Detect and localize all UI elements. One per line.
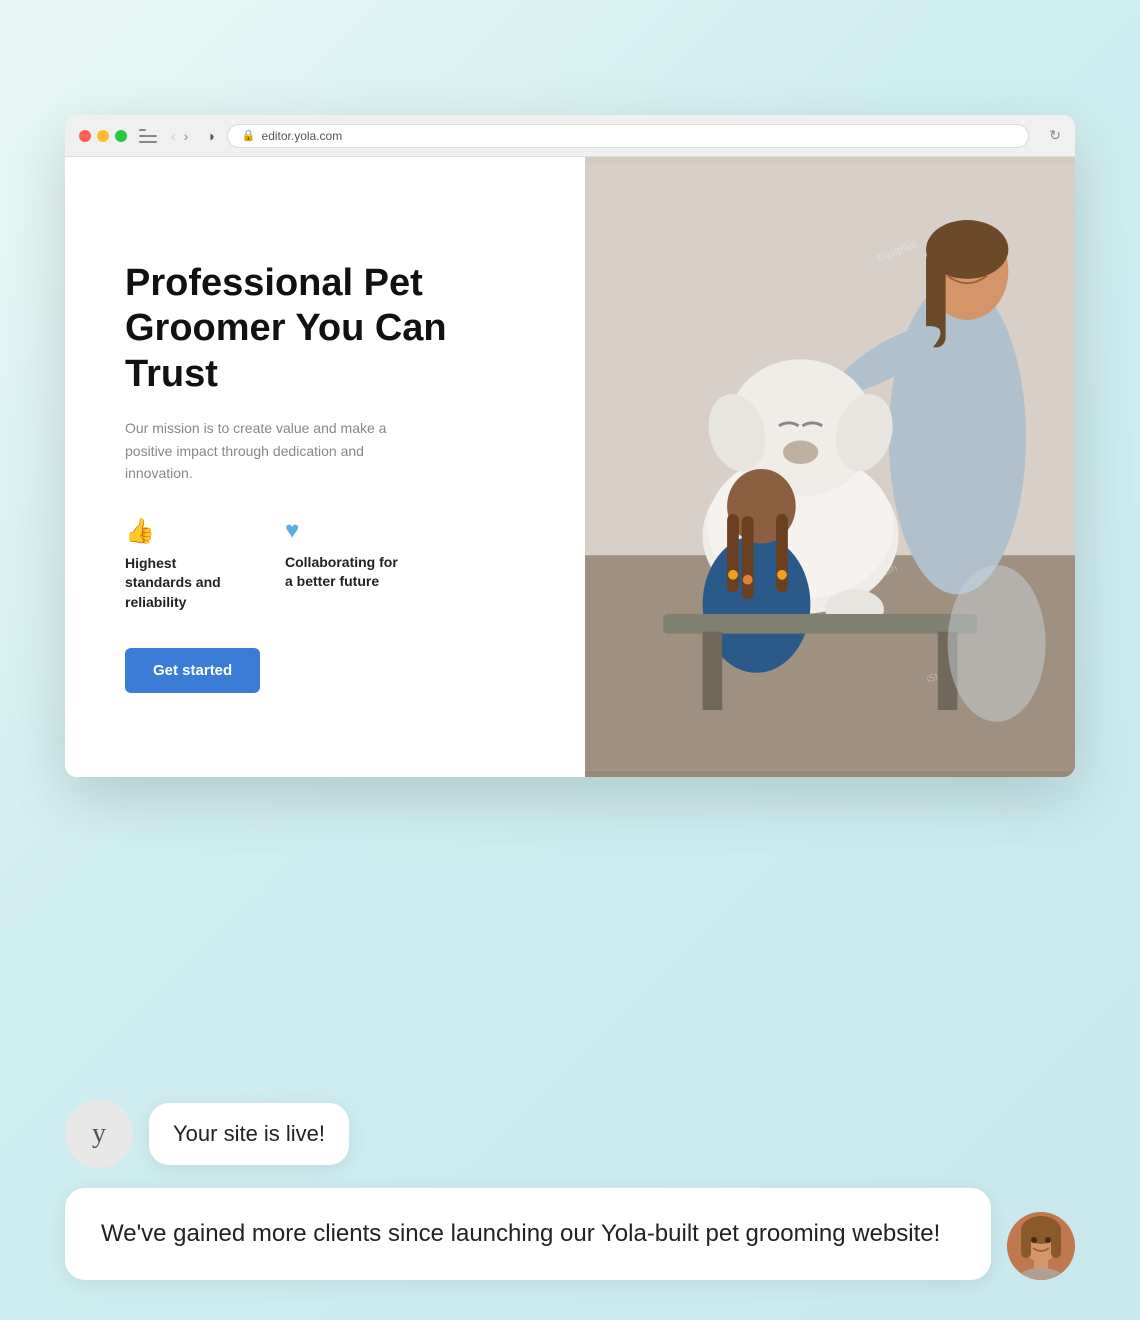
get-started-button[interactable]: Get started [125,648,260,693]
browser-window: ‹ › ◑ 🔒 editor.yola.com ↻ Professional P… [65,115,1075,777]
heart-icon: ♥ [285,517,405,545]
hero-title: Professional Pet Groomer You Can Trust [125,261,535,398]
back-button[interactable]: ‹ [169,128,178,144]
chat-bubble-user: We've gained more clients since launchin… [65,1188,1075,1280]
feature-item-1: 👍 Highest standards and reliability [125,517,245,613]
shield-icon: ◑ [206,128,214,144]
navigation-controls: ‹ › [169,128,190,144]
hero-description: Our mission is to create value and make … [125,417,405,484]
user-avatar-image [1007,1212,1075,1280]
hero-image: trustpilot impact Unsplash Unsplash Unsp… [585,157,1075,777]
lock-icon: 🔒 [242,129,256,142]
yola-message-bubble: Your site is live! [149,1103,349,1165]
yola-avatar: y [65,1100,133,1168]
dog-grooming-scene: trustpilot impact Unsplash Unsplash Unsp… [585,157,1075,777]
feature-2-text: Collaborating for a better future [285,553,405,592]
sidebar-toggle-icon[interactable] [139,129,157,143]
browser-chrome: ‹ › ◑ 🔒 editor.yola.com ↻ [65,115,1075,157]
thumbs-up-icon: 👍 [125,517,245,546]
feature-1-text: Highest standards and reliability [125,554,245,613]
close-button[interactable] [79,130,91,142]
user-message-text: We've gained more clients since launchin… [101,1220,940,1247]
address-bar[interactable]: 🔒 editor.yola.com [227,124,1029,148]
maximize-button[interactable] [115,130,127,142]
website-content: Professional Pet Groomer You Can Trust O… [65,157,1075,777]
chat-bubble-yola: y Your site is live! [65,1100,1075,1168]
nav-arrows: ‹ › [169,128,190,144]
user-avatar [1007,1212,1075,1280]
forward-button[interactable]: › [182,128,191,144]
features-row: 👍 Highest standards and reliability ♥ Co… [125,517,535,613]
chat-section: y Your site is live! We've gained more c… [65,1100,1075,1280]
hero-left-panel: Professional Pet Groomer You Can Trust O… [65,157,585,777]
user-message-bubble: We've gained more clients since launchin… [65,1188,991,1280]
minimize-button[interactable] [97,130,109,142]
traffic-lights [79,130,127,142]
yola-message-text: Your site is live! [173,1121,325,1146]
feature-item-2: ♥ Collaborating for a better future [285,517,405,613]
reload-icon[interactable]: ↻ [1049,127,1061,144]
hero-image-panel: trustpilot impact Unsplash Unsplash Unsp… [585,157,1075,777]
url-text: editor.yola.com [262,129,343,143]
